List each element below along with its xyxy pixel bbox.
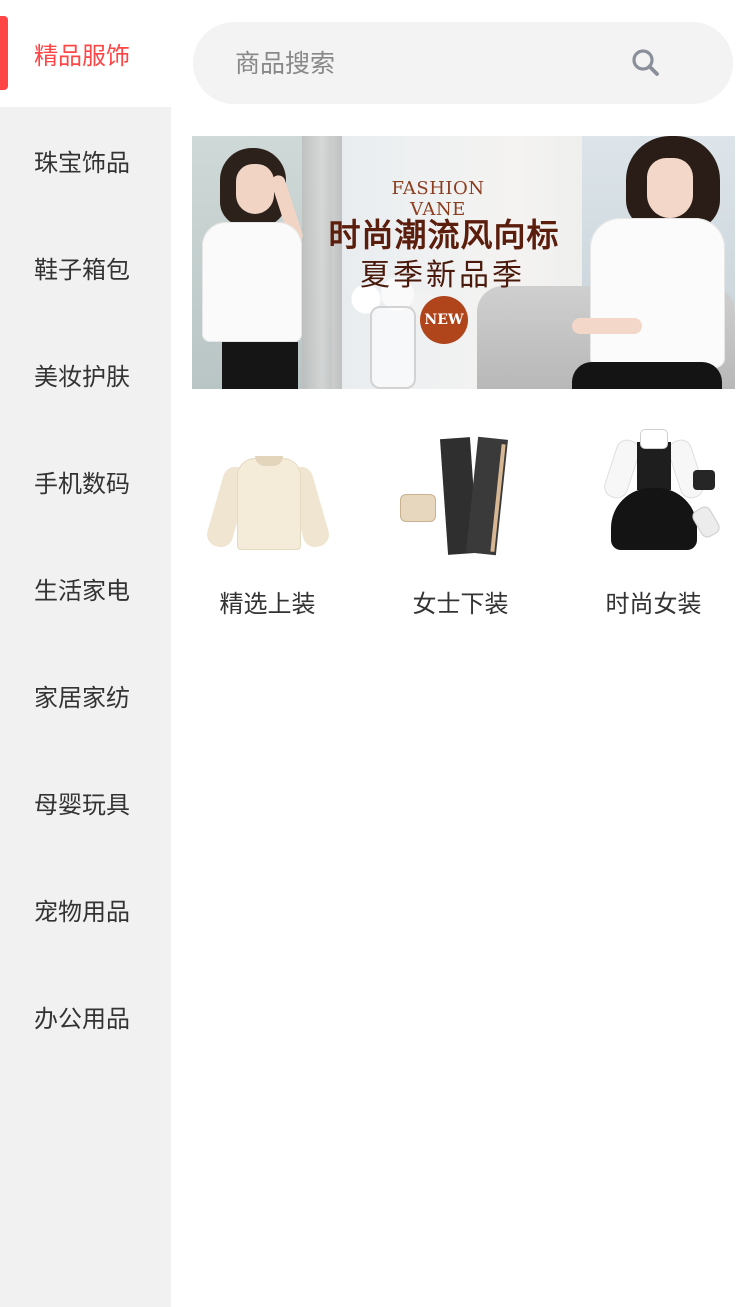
sidebar-item-pets[interactable]: 宠物用品 (0, 856, 171, 963)
banner-vase (370, 306, 416, 389)
category-label: 精选上装 (219, 590, 316, 618)
sidebar-item-label: 鞋子箱包 (34, 256, 130, 284)
sidebar-item-label: 精品服饰 (34, 42, 130, 70)
sidebar-item-label: 珠宝饰品 (34, 149, 130, 177)
sidebar-item-appliances[interactable]: 生活家电 (0, 535, 171, 642)
category-bottoms[interactable]: 女士下装 (364, 424, 557, 619)
sidebar-item-label: 美妆护肤 (34, 363, 130, 391)
sidebar-item-label: 生活家电 (34, 577, 130, 605)
sidebar-item-shoes-bags[interactable]: 鞋子箱包 (0, 214, 171, 321)
sidebar-item-baby-toys[interactable]: 母婴玩具 (0, 749, 171, 856)
sweater-image (203, 424, 333, 554)
sidebar-item-office[interactable]: 办公用品 (0, 963, 171, 1070)
sidebar-item-label: 家居家纺 (34, 684, 130, 712)
sidebar-item-label: 母婴玩具 (34, 791, 130, 819)
category-womens-fashion[interactable]: 时尚女装 (557, 424, 750, 619)
banner-curtain (302, 136, 342, 389)
sidebar-item-jewelry[interactable]: 珠宝饰品 (0, 107, 171, 214)
dress-image (589, 424, 721, 554)
category-grid: 精选上装 女士下装 时尚女装 (171, 424, 750, 619)
category-label: 女士下装 (412, 590, 509, 618)
active-indicator (0, 16, 8, 90)
new-badge: NEW (420, 296, 468, 344)
category-label: 时尚女装 (605, 590, 702, 618)
search-input[interactable] (235, 48, 605, 78)
sidebar-item-digital[interactable]: 手机数码 (0, 428, 171, 535)
search-icon[interactable] (630, 47, 662, 79)
search-bar (193, 22, 733, 104)
sidebar-item-label: 手机数码 (34, 470, 130, 498)
category-tops[interactable]: 精选上装 (171, 424, 364, 619)
sidebar-item-home-textile[interactable]: 家居家纺 (0, 642, 171, 749)
sidebar-item-label: 宠物用品 (34, 898, 130, 926)
sidebar-item-beauty[interactable]: 美妆护肤 (0, 321, 171, 428)
category-sidebar: 精品服饰 珠宝饰品 鞋子箱包 美妆护肤 手机数码 生活家电 家居家纺 母婴玩具 … (0, 0, 171, 1307)
banner-subheadline: 夏季新品季 (360, 258, 525, 293)
pants-image (396, 424, 526, 556)
sidebar-item-apparel[interactable]: 精品服饰 (0, 0, 171, 107)
promo-banner[interactable]: FASHION VANE 时尚潮流风向标 夏季新品季 NEW (192, 136, 735, 389)
sidebar-item-label: 办公用品 (34, 1005, 130, 1033)
